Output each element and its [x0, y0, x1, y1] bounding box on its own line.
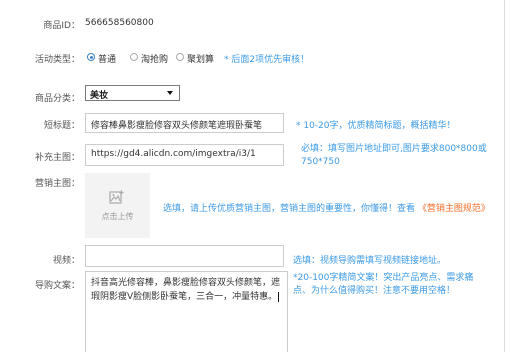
marketing-image-label: 营销主图：	[34, 179, 80, 189]
activity-type-radio-flash-sale[interactable]	[130, 53, 138, 61]
video-url-input[interactable]	[85, 245, 284, 267]
product-id-label: 商品ID：	[43, 21, 80, 31]
extra-image-url-input[interactable]: https://gd4.alicdn.com/imgextra/i3/1	[85, 144, 284, 166]
upload-button-label: 点击上传	[101, 212, 134, 221]
extra-image-label: 补充主图：	[34, 153, 80, 163]
product-id-value: 566658560800	[85, 18, 154, 28]
product-submission-form: 商品ID： 566658560800 活动类型： 普通 淘抢购 聚划算 * 后面…	[0, 0, 510, 352]
activity-type-option-juhuasuan[interactable]: 聚划算	[187, 52, 214, 65]
guide-copy-textarea[interactable]: 抖音高光修容棒，鼻影瘦脸修容双头修颜笔，遮瑕阴影瘦V脸侧影卧蚕笔，三合一，冲量特…	[85, 271, 288, 352]
chevron-down-icon	[167, 91, 173, 95]
extra-image-hint: 必填：填写图片地址即可,图片要求800*800或750*750	[301, 144, 487, 167]
guide-copy-hint: *20-100字精简文案！突出产品亮点、需求痛点、为什么值得购买！注意不要用空格…	[293, 273, 474, 296]
activity-type-option-normal[interactable]: 普通	[98, 52, 116, 65]
activity-type-radio-juhuasuan[interactable]	[176, 53, 184, 61]
short-title-label: 短标题：	[43, 121, 80, 131]
guide-copy-label: 导购文案：	[34, 281, 80, 291]
category-selected-value: 美妆	[90, 91, 109, 101]
short-title-input[interactable]: 修容棒鼻影瘦脸修容双头修颜笔遮瑕卧蚕笔	[85, 113, 284, 133]
text-caret	[278, 291, 280, 302]
image-upload-icon	[109, 190, 124, 204]
activity-type-option-flash-sale[interactable]: 淘抢购	[141, 52, 168, 65]
marketing-image-upload-button[interactable]: 点击上传	[85, 173, 150, 238]
guide-copy-text: 抖音高光修容棒，鼻影瘦脸修容双头修颜笔，遮瑕阴影瘦V脸侧影卧蚕笔，三合一，冲量特…	[91, 278, 281, 302]
activity-type-radio-normal[interactable]	[87, 53, 95, 61]
video-label: 视频：	[52, 256, 80, 266]
video-hint: 选填：视频导购需填写视频链接地址。	[293, 256, 447, 266]
category-label: 商品分类：	[34, 94, 80, 104]
marketing-image-hint-text: 选填，请上传优质营销主图，营销主图的重要性，你懂得！查看	[163, 204, 416, 214]
activity-type-hint: * 后面2项优先审核！	[224, 55, 310, 65]
category-select[interactable]: 美妆	[85, 85, 180, 101]
marketing-image-spec-link[interactable]: 《营销主图规范》	[418, 204, 490, 214]
activity-type-label: 活动类型：	[34, 55, 80, 65]
panel-right-border	[504, 0, 505, 352]
marketing-image-hint: 选填，请上传优质营销主图，营销主图的重要性，你懂得！查看 《营销主图规范》	[163, 201, 490, 214]
short-title-hint: * 10-20字，优质精简标题，概括精华！	[296, 121, 456, 131]
